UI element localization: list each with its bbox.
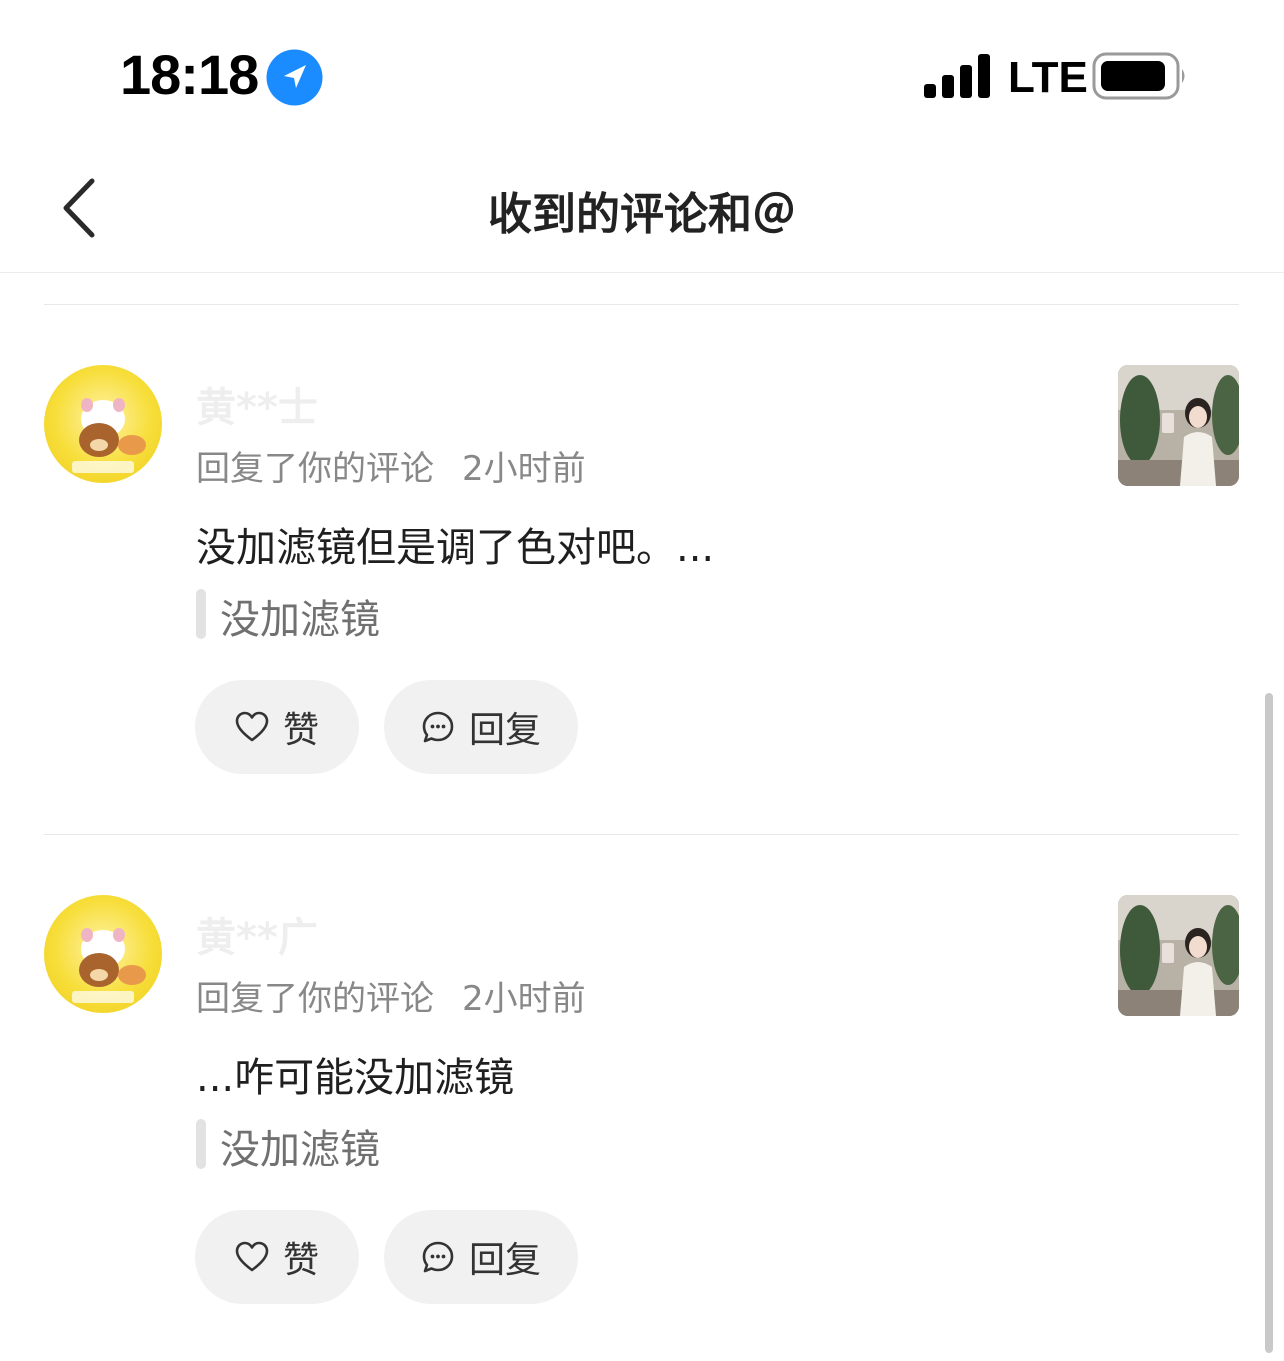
- like-button[interactable]: 赞: [195, 1210, 359, 1304]
- post-thumbnail[interactable]: [1118, 895, 1239, 1016]
- like-label: 赞: [282, 1240, 319, 1281]
- comment-item[interactable]: 黄**广 回复了你的评论 2小时前 ...咋可能没加滤镜 没加滤镜 赞 回复: [0, 835, 1284, 1304]
- reply-button[interactable]: 回复: [384, 680, 578, 774]
- username[interactable]: 黄**广: [196, 905, 318, 963]
- comment-time: 2小时前: [462, 449, 586, 489]
- signal-bars-icon: [924, 54, 992, 98]
- avatar[interactable]: [44, 365, 162, 483]
- like-button[interactable]: 赞: [195, 680, 359, 774]
- quoted-text: 没加滤镜: [220, 1127, 380, 1173]
- scrollbar[interactable]: [1265, 693, 1273, 1353]
- comment-action: 回复了你的评论: [196, 449, 434, 489]
- network-type: LTE: [1008, 53, 1088, 102]
- photo-thumbnail: [1118, 365, 1239, 486]
- location-arrow-icon: [266, 49, 323, 106]
- heart-icon: [235, 711, 269, 742]
- battery-icon: [1092, 52, 1188, 100]
- bear-avatar-icon: [72, 398, 146, 473]
- quote-bar: [196, 589, 206, 639]
- chat-bubble-icon: [422, 711, 454, 743]
- quoted-text: 没加滤镜: [220, 597, 380, 643]
- quote-bar: [196, 1119, 206, 1169]
- reply-button[interactable]: 回复: [384, 1210, 578, 1304]
- comment-time: 2小时前: [462, 979, 586, 1019]
- status-time: 18:18: [120, 43, 259, 106]
- status-bar: 18:18 LTE: [0, 0, 1284, 150]
- heart-icon: [235, 1241, 269, 1272]
- comment-meta: 回复了你的评论 2小时前: [196, 441, 586, 490]
- username[interactable]: 黄**士: [196, 375, 318, 433]
- nav-bar: 收到的评论和＠: [0, 150, 1284, 273]
- comment-meta: 回复了你的评论 2小时前: [196, 971, 586, 1020]
- page-title: 收到的评论和＠: [488, 189, 796, 240]
- comment-text[interactable]: ...咋可能没加滤镜: [196, 1045, 514, 1103]
- like-label: 赞: [282, 710, 319, 751]
- comment-text[interactable]: 没加滤镜但是调了色对吧。...: [196, 515, 714, 573]
- avatar[interactable]: [44, 895, 162, 1013]
- post-thumbnail[interactable]: [1118, 365, 1239, 486]
- bear-avatar-icon: [72, 928, 146, 1003]
- chat-bubble-icon: [422, 1241, 454, 1273]
- reply-label: 回复: [468, 710, 541, 751]
- photo-thumbnail: [1118, 895, 1239, 1016]
- reply-label: 回复: [468, 1240, 541, 1281]
- comment-action: 回复了你的评论: [196, 979, 434, 1019]
- comment-item[interactable]: 黄**士 回复了你的评论 2小时前 没加滤镜但是调了色对吧。... 没加滤镜 赞 …: [0, 305, 1284, 774]
